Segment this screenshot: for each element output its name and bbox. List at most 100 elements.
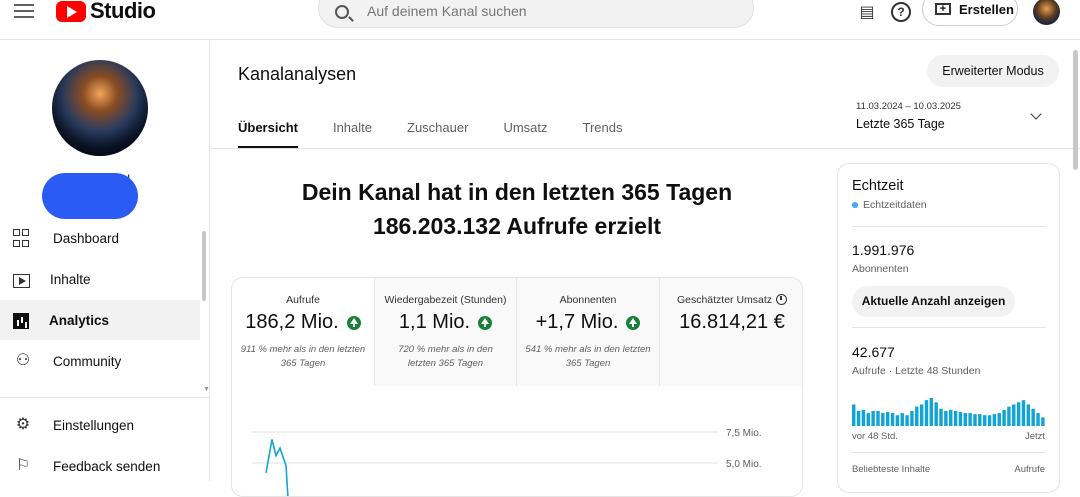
realtime-bar [987,415,992,426]
realtime-bar [978,414,982,426]
realtime-bar [997,413,1001,426]
realtime-bar [949,409,953,426]
advanced-mode-button[interactable]: Erweiterter Modus [927,55,1059,87]
sidebar-item-label: Inhalte [50,271,91,287]
y-tick-label: 7,5 Mio. [726,428,762,439]
sidebar: Mein Kanal Dashboard Inhalte Analytics ⚇… [0,41,210,481]
tab-revenue[interactable]: Umsatz [503,120,547,148]
sidebar-scrollbar[interactable] [202,231,206,301]
realtime-bar [876,410,880,426]
realtime-bar [910,410,914,426]
sidebar-item-dashboard[interactable]: Dashboard [0,218,200,258]
sidebar-item-community[interactable]: ⚇ Community [0,341,200,381]
metric-watch-time[interactable]: Wiedergabezeit (Stunden) 1,1 Mio. 720 % … [375,278,517,386]
metric-comparison: 911 % mehr als in den letzten 365 Tagen [240,344,366,369]
realtime-title: Echtzeit [852,178,904,194]
metric-value: 186,2 Mio. [245,311,339,333]
realtime-bar [939,408,943,426]
realtime-bar [968,413,972,426]
metric-comparison: 541 % mehr als in den letzten 365 Tagen [525,344,651,369]
sidebar-item-settings[interactable]: ⚙ Einstellungen [0,405,200,445]
realtime-bar [982,415,987,426]
realtime-bar [1031,408,1035,426]
realtime-bar [963,413,967,426]
realtime-bar [900,413,904,426]
realtime-subscribers-label: Abonnenten [852,263,909,275]
analytics-tabs: Übersicht Inhalte Zuschauer Umsatz Trend… [238,120,657,148]
realtime-divider [852,327,1046,328]
account-avatar[interactable] [1033,0,1060,25]
main-content: Kanalanalysen Erweiterter Modus 11.03.20… [211,41,1080,497]
y-tick-label: 5,0 Mio. [726,459,762,470]
help-icon[interactable]: ? [891,2,911,22]
date-range-label[interactable]: Letzte 365 Tage [856,117,945,131]
realtime-divider [852,452,1046,453]
realtime-bar [924,400,929,426]
search-icon[interactable] [335,5,349,19]
content-icon [13,273,30,288]
realtime-bar [856,410,861,426]
tab-overview[interactable]: Übersicht [238,120,298,148]
studio-logo[interactable]: Studio [56,0,156,24]
realtime-bar [953,410,958,426]
date-range[interactable]: 11.03.2024 – 10.03.2025 [856,101,961,112]
realtime-bar-chart[interactable] [852,396,1046,426]
metric-revenue[interactable]: Geschätzter Umsatz 16.814,21 € [660,278,802,386]
trend-up-icon [478,315,493,330]
channel-avatar[interactable] [52,60,148,156]
tab-divider [211,148,1080,149]
sidebar-item-content[interactable]: Inhalte [0,259,200,299]
chevron-down-icon[interactable] [1030,108,1042,120]
realtime-axis-end: Jetzt [1024,431,1045,442]
headline-line-2: 186.203.132 Aufrufe erzielt [372,213,662,239]
subtitles-icon[interactable]: ▤ [857,2,877,22]
create-label: Erstellen [959,1,1014,17]
metric-value-row: 186,2 Mio. [232,311,374,334]
realtime-views: 42.677 [852,344,895,360]
analytics-icon [13,313,29,329]
tab-audience[interactable]: Zuschauer [407,120,468,148]
realtime-bar [1016,402,1021,426]
metric-value-row: 1,1 Mio. [375,311,516,334]
views-line-chart[interactable]: 7,5 Mio. 5,0 Mio. [232,386,803,497]
realtime-subscribers: 1.991.976 [852,242,915,258]
live-dot-icon [852,202,858,208]
realtime-views-label: Aufrufe · Letzte 48 Stunden [852,365,981,377]
metric-value: 1,1 Mio. [398,311,471,333]
clock-icon [776,294,788,305]
stats-card: Aufrufe 186,2 Mio. 911 % mehr als in den… [231,277,803,497]
scroll-down-icon[interactable]: ▼ [203,386,210,393]
realtime-bar [1002,409,1006,426]
realtime-live-text: Echtzeitdaten [863,199,927,211]
realtime-bar [958,412,963,426]
create-button[interactable]: + Erstellen [922,0,1018,26]
top-content-label: Beliebteste Inhalte [852,464,931,475]
metric-comparison: 720 % mehr als in den letzten 365 Tagen [398,344,493,369]
metric-subscribers[interactable]: Abonnenten +1,7 Mio. 541 % mehr als in d… [517,278,660,386]
realtime-bar [905,415,909,426]
create-video-icon: + [935,3,951,15]
page-scrollbar[interactable] [1073,50,1078,170]
sidebar-item-feedback[interactable]: ⚐ Feedback senden [0,446,200,486]
search-bar[interactable] [318,0,754,28]
realtime-bar [881,413,885,426]
show-current-count-button[interactable]: Aktuelle Anzahl anzeigen [852,286,1015,317]
gear-icon: ⚙ [15,416,31,433]
sidebar-item-analytics[interactable]: Analytics [0,300,200,340]
realtime-bar [1007,406,1011,426]
realtime-bar [915,406,919,426]
metric-views[interactable]: Aufrufe 186,2 Mio. 911 % mehr als in den… [232,278,375,386]
search-input[interactable] [367,3,727,19]
metric-title: Wiedergabezeit (Stunden) [384,294,507,306]
metric-value-row: +1,7 Mio. [517,311,659,334]
realtime-bar [885,412,890,426]
realtime-bar [934,402,938,426]
hamburger-menu-icon[interactable] [14,4,34,20]
tab-content[interactable]: Inhalte [333,120,372,148]
page-title: Kanalanalysen [238,64,357,84]
realtime-bar [1036,413,1040,426]
realtime-bar [929,398,934,426]
sidebar-item-label: Analytics [49,312,110,328]
tab-trends[interactable]: Trends [583,120,623,148]
headline-line-1: Dein Kanal hat in den letzten 365 Tagen [301,179,733,205]
